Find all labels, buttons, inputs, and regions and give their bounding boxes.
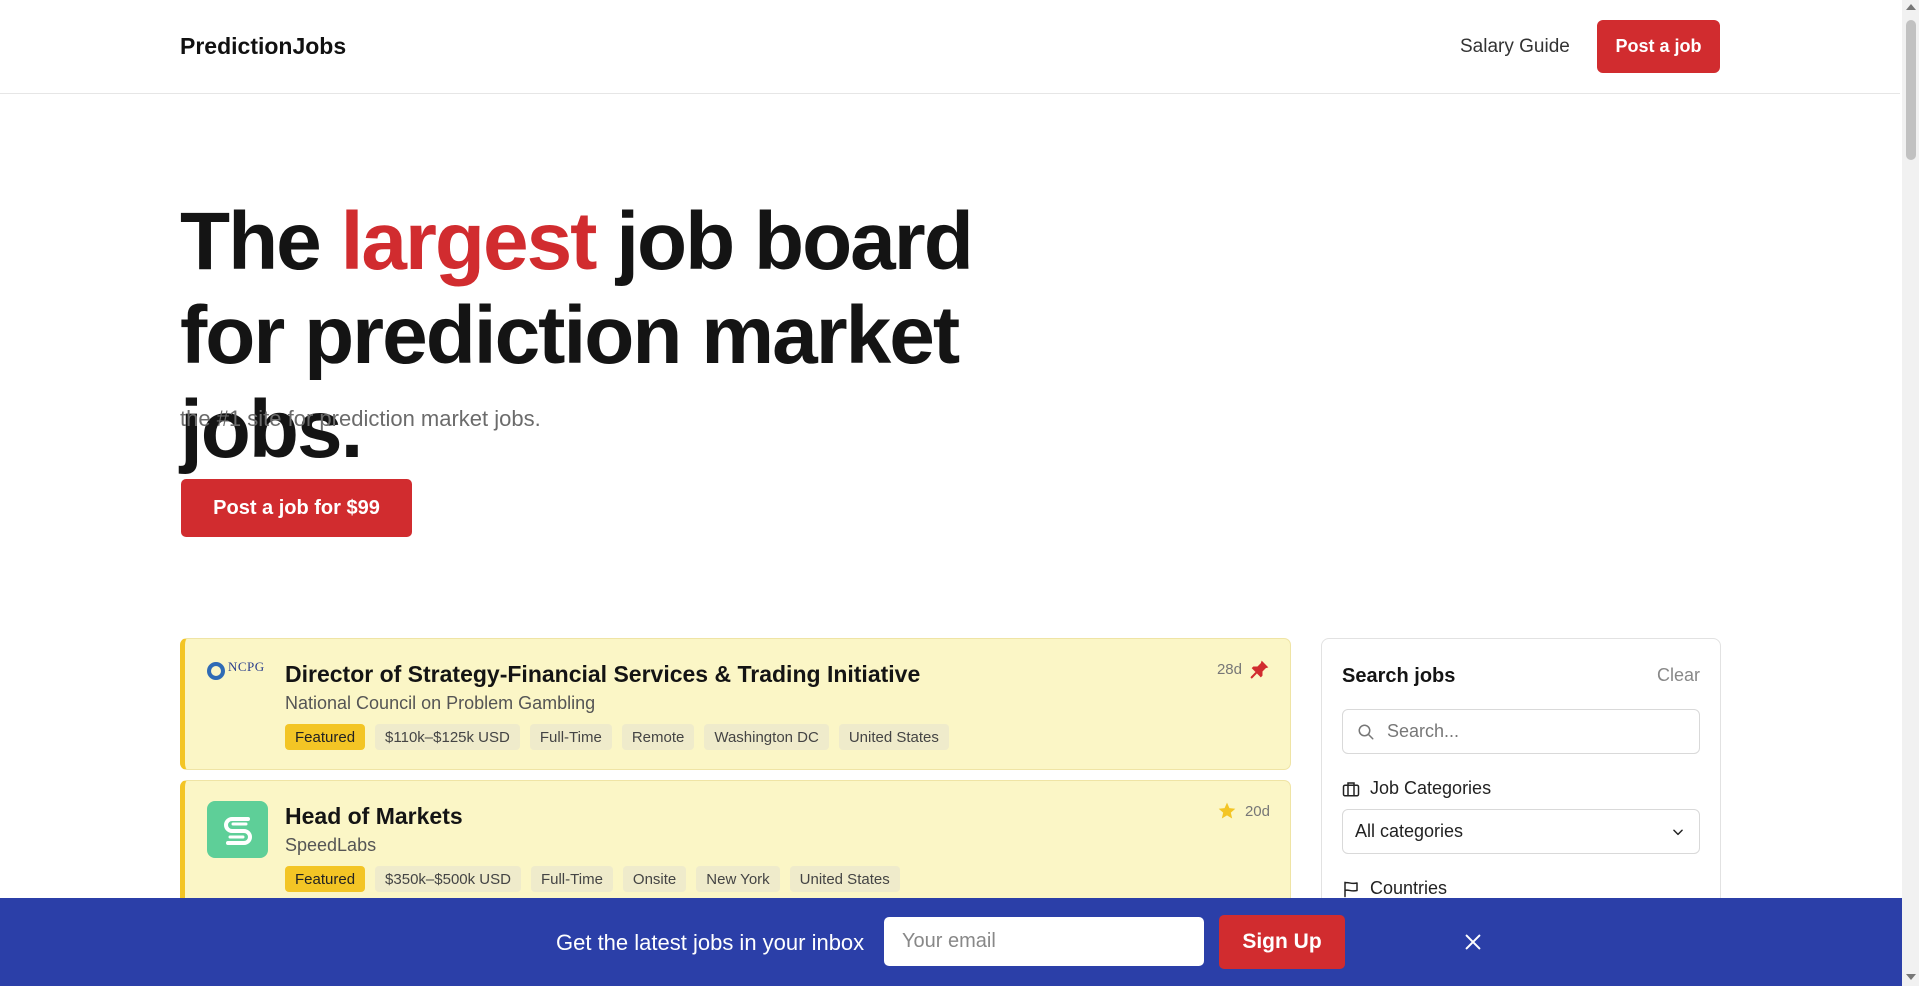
search-title: Search jobs xyxy=(1342,665,1456,687)
job-age: 28d xyxy=(1216,660,1242,678)
speedlabs-s-icon xyxy=(223,816,252,845)
briefcase-icon xyxy=(1342,781,1360,796)
job-categories-text: Job Categories xyxy=(1370,778,1492,798)
job-age: 20d xyxy=(1244,802,1270,820)
newsletter-text: Get the latest jobs in your inbox xyxy=(556,930,865,955)
job-title[interactable]: Head of Markets xyxy=(285,803,463,830)
post-job-button[interactable]: Post a job xyxy=(1597,20,1720,73)
tag-featured: Featured xyxy=(285,724,366,750)
pin-icon xyxy=(1250,660,1269,679)
flag-icon xyxy=(1344,881,1358,897)
job-meta: 20d xyxy=(1217,801,1270,821)
job-tags: Featured $110k–$125k USD Full-Time Remot… xyxy=(285,724,949,750)
hero-title-accent: largest xyxy=(340,196,598,287)
newsletter-bar: Get the latest jobs in your inbox Sign U… xyxy=(0,898,1902,986)
search-box[interactable] xyxy=(1342,709,1700,754)
signup-button[interactable]: Sign Up xyxy=(1219,915,1345,969)
job-title[interactable]: Director of Strategy-Financial Services … xyxy=(285,661,920,688)
countries-text: Countries xyxy=(1370,878,1448,898)
tag-country: United States xyxy=(789,866,900,892)
search-input[interactable] xyxy=(1387,710,1687,753)
tag-workplace: Remote xyxy=(621,724,695,750)
hero-subtitle: the #1 site for prediction market jobs. xyxy=(180,406,541,431)
job-meta: 28d xyxy=(1217,659,1270,679)
tag-workplace: Onsite xyxy=(622,866,687,892)
company-logo-ncpg: NCPG xyxy=(207,659,267,715)
job-tags: Featured $350k–$500k USD Full-Time Onsit… xyxy=(285,866,900,892)
categories-select[interactable]: All categories xyxy=(1342,809,1700,854)
ncpg-logo-text: NCPG xyxy=(228,659,265,674)
nav-salary-guide[interactable]: Salary Guide xyxy=(1460,36,1570,58)
job-card[interactable]: NCPG Director of Strategy-Financial Serv… xyxy=(180,638,1291,770)
hero-title-part1: The xyxy=(180,196,341,287)
brand-logo[interactable]: PredictionJobs xyxy=(180,33,346,60)
scroll-down-arrow-icon[interactable] xyxy=(1906,974,1916,980)
tag-salary: $110k–$125k USD xyxy=(375,724,520,750)
tag-featured: Featured xyxy=(285,866,366,892)
page-scrollbar[interactable] xyxy=(1902,0,1919,986)
tag-type: Full-Time xyxy=(530,866,613,892)
search-icon xyxy=(1358,724,1374,740)
tag-country: United States xyxy=(838,724,949,750)
star-icon xyxy=(1218,802,1236,819)
job-company: SpeedLabs xyxy=(285,835,377,855)
close-icon[interactable] xyxy=(1462,931,1484,953)
tag-salary: $350k–$500k USD xyxy=(375,866,521,892)
hero-post-job-button[interactable]: Post a job for $99 xyxy=(181,479,412,537)
tag-city: Washington DC xyxy=(704,724,829,750)
job-company: National Council on Problem Gambling xyxy=(285,693,596,713)
job-card[interactable]: Head of Markets SpeedLabs Featured $350k… xyxy=(180,780,1291,912)
tag-type: Full-Time xyxy=(529,724,612,750)
scroll-up-arrow-icon[interactable] xyxy=(1906,4,1916,10)
job-categories-label: Job Categories xyxy=(1342,778,1491,799)
clear-button[interactable]: Clear xyxy=(1657,665,1700,686)
tag-city: New York xyxy=(696,866,780,892)
email-input[interactable] xyxy=(884,917,1204,966)
speedlabs-logo-icon xyxy=(207,801,268,858)
categories-select-value: All categories xyxy=(1355,821,1464,841)
scrollbar-thumb[interactable] xyxy=(1906,20,1916,160)
countries-label: Countries xyxy=(1342,878,1447,899)
hero-title: The largest job board for prediction mar… xyxy=(180,195,1080,477)
ncpg-ring-icon xyxy=(207,662,225,680)
chevron-down-icon xyxy=(1673,829,1683,835)
site-header: PredictionJobs Salary Guide Post a job xyxy=(0,0,1900,94)
